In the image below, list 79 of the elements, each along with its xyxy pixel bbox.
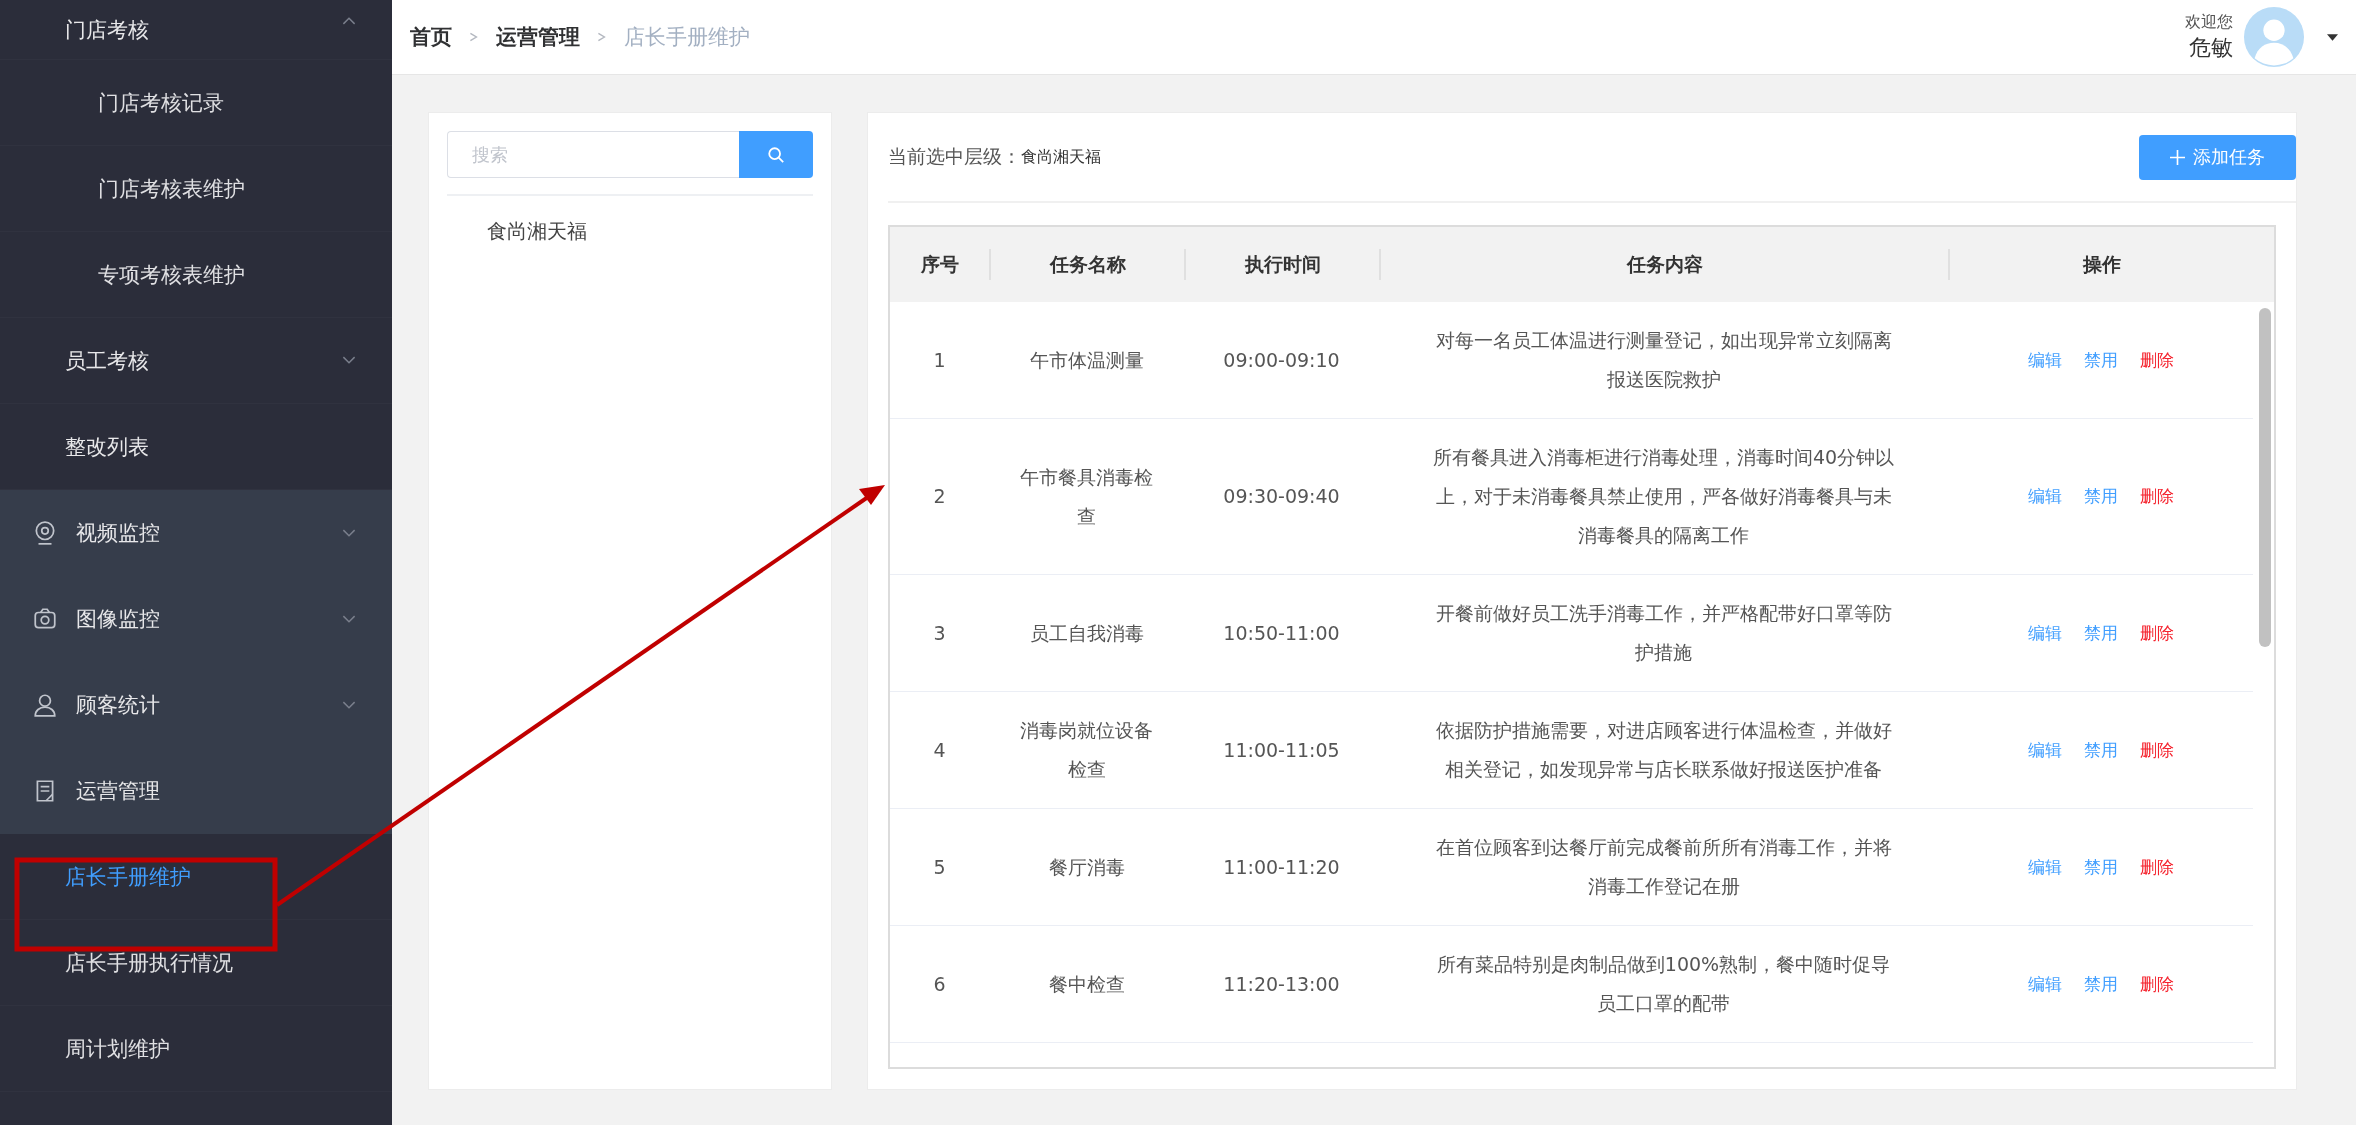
column-header: 执行时间 [1184,227,1379,302]
tree-node[interactable]: 食尚湘天福 [487,218,773,245]
level-value: 食尚湘天福 [1021,146,1101,168]
menu-item[interactable]: 运营管理 [0,748,392,834]
level-label: 当前选中层级： [888,144,1021,169]
menu-item[interactable]: 员工考核 [0,318,392,404]
table-cell-text: 11:20-13:00 [1222,971,1341,997]
table-cell-text: 依据防护措施需要，对进店顾客进行体温检查，并做好相关登记，如发现异常与店长联系做好报送医护准备 [1434,718,1893,782]
chevron-down-icon [342,614,356,624]
table-cell-text: 6 [932,971,947,997]
breadcrumb-link[interactable]: 店长手册维护 [624,23,750,51]
search-button[interactable] [739,131,813,178]
edit-link[interactable]: 编辑 [2027,477,2062,516]
table-cell-text: 11:00-11:05 [1222,737,1341,763]
table-cell-text: 午市餐具消毒检查 [1019,464,1154,529]
column-header: 任务名称 [989,227,1184,302]
chevron-down-icon [342,700,356,710]
table-cell-text: 在首位顾客到达餐厅前完成餐前所所有消毒工作，并将消毒工作登记在册 [1434,835,1893,899]
table-cell-text: 10:50-11:00 [1222,620,1341,646]
edit-link[interactable]: 编辑 [2027,613,2062,653]
caret-icon[interactable] [2327,33,2338,41]
table-cell-text: 5 [932,854,947,880]
breadcrumb-separator-icon [596,31,608,43]
chevron-down-icon [342,356,356,365]
delete-link[interactable]: 删除 [2139,340,2174,380]
chevron-up-icon [342,16,356,25]
delete-link[interactable]: 删除 [2139,964,2174,1004]
table-cell-text: 员工自我消毒 [1028,620,1145,646]
table-cell-text: 所有餐具进入消毒柜进行消毒处理，消毒时间40分钟以上，对于未消毒餐具禁止使用，严各做好消毒餐具与未消毒餐具的隔离工作 [1431,445,1896,548]
plus-icon [2170,149,2185,165]
edit-link[interactable]: 编辑 [2027,847,2062,887]
disable-link[interactable]: 禁用 [2083,964,2118,1004]
greeting-text: 欢迎您 [2185,11,2233,33]
disable-link[interactable]: 禁用 [2083,613,2118,653]
camera-icon [32,606,58,632]
column-header: 任务内容 [1379,227,1948,302]
delete-link[interactable]: 删除 [2139,477,2174,516]
table-cell-text: 餐中检查 [1047,971,1126,997]
add-task-button[interactable]: 添加任务 [2139,134,2296,180]
menu-item[interactable]: 顾客统计 [0,662,392,748]
edit-link[interactable]: 编辑 [2027,964,2062,1004]
breadcrumb-link[interactable]: 运营管理 [496,23,580,51]
column-header: 操作 [1948,227,2253,302]
disable-link[interactable]: 禁用 [2083,477,2118,516]
disable-link[interactable]: 禁用 [2083,730,2118,770]
menu-item[interactable]: 图像监控 [0,576,392,662]
table-cell-text: 09:00-09:10 [1222,347,1341,373]
edit-link[interactable]: 编辑 [2027,730,2062,770]
table-cell-text: 09:30-09:40 [1222,484,1341,509]
delete-link[interactable]: 删除 [2139,730,2174,770]
disable-link[interactable]: 禁用 [2083,340,2118,380]
avatar-icon[interactable] [2243,6,2305,68]
search-icon [767,145,785,164]
delete-link[interactable]: 删除 [2139,613,2174,653]
table-cell-text: 餐厅消毒 [1047,854,1126,880]
menu-item[interactable]: 视频监控 [0,490,392,576]
table-cell-text: 11:00-11:20 [1222,854,1341,880]
table-cell-text: 对每一名员工体温进行测量登记，如出现异常立刻隔离报送医院救护 [1434,328,1893,392]
breadcrumb-link[interactable]: 首页 [410,23,452,51]
table-cell-text: 2 [932,484,947,509]
person-icon [32,692,58,718]
submenu-item[interactable]: 周计划维护 [0,1006,392,1092]
table-cell-text: 4 [932,737,947,763]
delete-link[interactable]: 删除 [2139,847,2174,887]
user-name: 危敏 [2189,33,2233,62]
submenu-item[interactable]: 店长手册维护 [0,834,392,920]
chevron-down-icon [342,528,356,538]
breadcrumb-separator-icon [468,31,480,43]
table-cell-text: 午市体温测量 [1028,347,1145,373]
search-field[interactable]: 搜索 [447,131,739,178]
table-cell-text: 所有菜品特别是肉制品做到100%熟制，餐中随时促导员工口罩的配带 [1435,952,1892,1016]
table-cell-text: 开餐前做好员工洗手消毒工作，并严格配带好口罩等防护措施 [1434,601,1893,665]
table-cell-text: 1 [932,347,947,373]
disable-link[interactable]: 禁用 [2083,847,2118,887]
column-header: 序号 [919,252,960,277]
submenu-item[interactable]: 店长手册执行情况 [0,920,392,1006]
table-cell-text: 3 [932,620,947,646]
edit-link[interactable]: 编辑 [2027,340,2062,380]
table-cell-text: 消毒岗就位设备检查 [1019,718,1154,782]
